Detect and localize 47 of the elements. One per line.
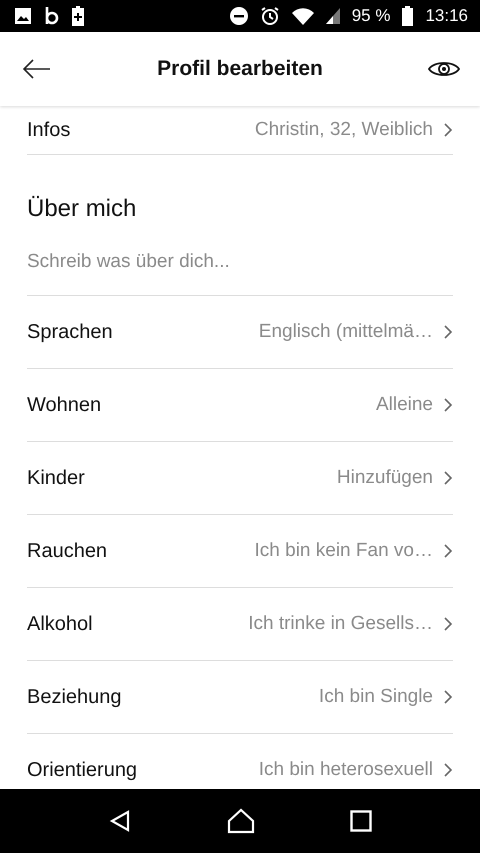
image-icon <box>14 7 32 25</box>
b-logo-icon <box>44 6 60 26</box>
chevron-icon <box>443 324 453 340</box>
back-button[interactable] <box>22 59 52 79</box>
chevron-icon <box>443 122 453 138</box>
recents-nav-button[interactable] <box>350 810 372 832</box>
row-value: Ich bin kein Fan vo… <box>254 540 433 562</box>
row-label: Wohnen <box>27 394 102 416</box>
profile-row[interactable]: Rauchen Ich bin kein Fan vo… <box>27 515 453 588</box>
clock-time: 13:16 <box>425 6 468 26</box>
row-label: Rauchen <box>27 540 108 562</box>
chevron-icon <box>443 689 453 705</box>
alarm-icon <box>260 6 280 26</box>
profile-row[interactable]: Kinder Hinzufügen <box>27 442 453 515</box>
chevron-icon <box>443 762 453 778</box>
row-label: Alkohol <box>27 612 93 636</box>
back-nav-button[interactable] <box>108 809 132 833</box>
row-value: Englisch (mittelmä… <box>258 321 433 343</box>
chevron-icon <box>443 397 453 413</box>
chevron-icon <box>443 616 453 632</box>
infos-row[interactable]: Infos Christin, 32, Weiblich <box>27 106 453 155</box>
page-title: Profil bearbeiten <box>157 57 323 81</box>
row-value: Hinzufügen <box>336 467 433 489</box>
profile-row[interactable]: Beziehung Ich bin Single <box>27 661 453 734</box>
profile-row[interactable]: Wohnen Alleine <box>27 369 453 442</box>
chevron-icon <box>443 470 453 486</box>
chevron-icon <box>443 543 453 559</box>
do-not-disturb-icon <box>230 7 248 25</box>
row-label: Sprachen <box>27 320 113 344</box>
row-value: Ich bin heterosexuell <box>258 759 433 781</box>
battery-charging-icon <box>72 6 84 26</box>
wifi-icon <box>292 7 314 25</box>
row-label: Kinder <box>27 466 85 490</box>
row-value: Christin, 32, Weiblich <box>254 119 433 141</box>
battery-icon <box>402 6 414 26</box>
row-value: Alleine <box>376 394 433 416</box>
home-nav-button[interactable] <box>226 808 255 834</box>
section-heading: Über mich <box>27 195 138 223</box>
row-value: Ich bin Single <box>318 686 433 708</box>
battery-percent: 95 % <box>352 6 390 26</box>
profile-row[interactable]: Sprachen Englisch (mittelmä… <box>27 296 453 369</box>
row-label: Orientierung <box>27 758 138 782</box>
row-value: Ich trinke in Gesells… <box>248 613 433 635</box>
row-label: Infos <box>27 118 70 142</box>
row-label: Beziehung <box>27 686 122 708</box>
profile-row[interactable]: Alkohol Ich trinke in Gesells… <box>27 588 453 661</box>
signal-icon <box>326 8 340 24</box>
